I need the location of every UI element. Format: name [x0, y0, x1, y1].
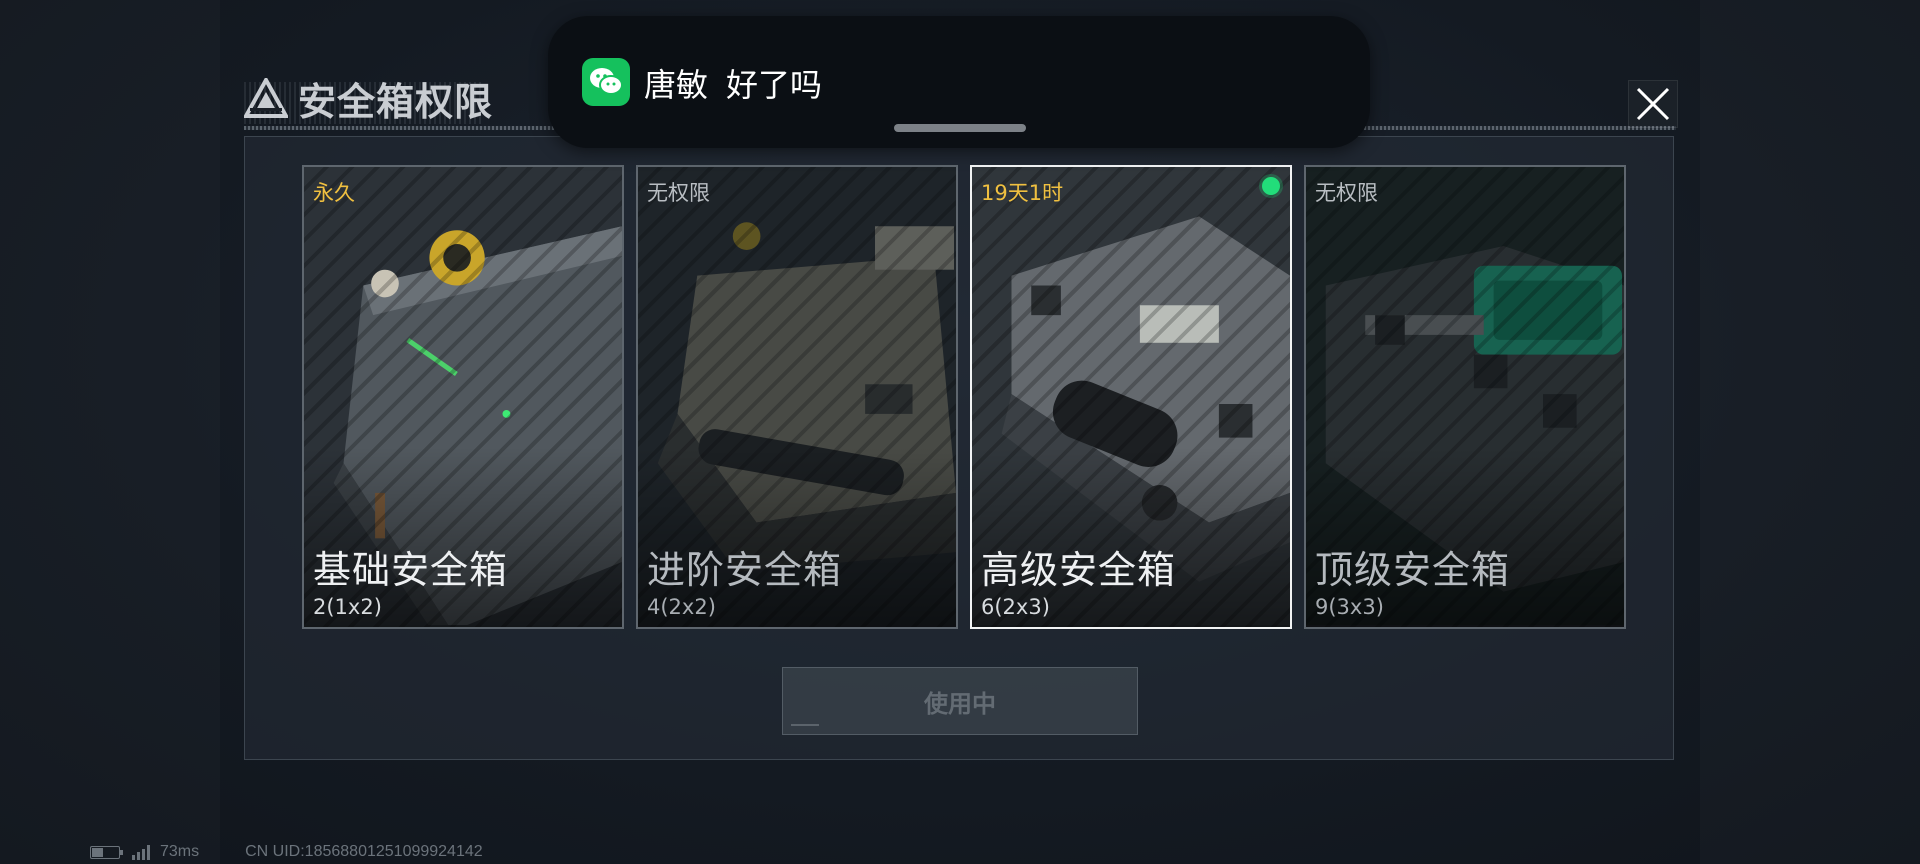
active-indicator-dot — [1262, 177, 1280, 195]
ping-label: 73ms — [160, 843, 200, 860]
triangle-logo-icon — [244, 78, 288, 118]
notification-drag-handle[interactable] — [894, 124, 1026, 132]
wechat-icon — [582, 58, 630, 106]
signal-icon — [132, 844, 150, 860]
card-duration-label: 无权限 — [647, 181, 710, 205]
card-capacity: 6(2x3) — [981, 595, 1050, 619]
safe-box-card-basic[interactable]: 永久 基础安全箱 2(1x2) — [302, 165, 624, 629]
button-decoration — [791, 724, 819, 726]
message-notification[interactable]: 唐敏 好了吗 — [548, 16, 1370, 148]
card-duration-label: 19天1时 — [981, 181, 1064, 205]
page-title: 安全箱权限 — [298, 79, 494, 124]
close-button[interactable] — [1628, 80, 1678, 128]
in-use-button[interactable]: 使用中 — [782, 667, 1138, 735]
card-capacity: 9(3x3) — [1315, 595, 1384, 619]
card-title: 顶级安全箱 — [1315, 548, 1511, 592]
battery-icon — [90, 845, 123, 859]
uid-label: CN UID:18568801251099924142 — [245, 843, 483, 860]
card-title: 基础安全箱 — [313, 548, 509, 592]
background-block — [0, 0, 220, 864]
card-capacity: 4(2x2) — [647, 595, 716, 619]
safe-box-card-top[interactable]: 无权限 顶级安全箱 9(3x3) — [1304, 165, 1626, 629]
safe-box-card-advanced[interactable]: 无权限 进阶安全箱 4(2x2) — [636, 165, 958, 629]
notification-sender: 唐敏 — [644, 66, 709, 104]
notification-message: 好了吗 — [726, 66, 823, 104]
card-duration-label: 永久 — [313, 181, 355, 205]
card-title: 进阶安全箱 — [647, 548, 843, 592]
background-block — [1700, 0, 1920, 864]
card-title: 高级安全箱 — [981, 548, 1177, 592]
safe-box-card-list: 永久 基础安全箱 2(1x2) 无权限 进阶安全箱 4(2x2) 19天1时 高… — [302, 165, 1626, 629]
card-capacity: 2(1x2) — [313, 595, 382, 619]
safe-box-card-premium[interactable]: 19天1时 高级安全箱 6(2x3) — [970, 165, 1292, 629]
panel-header: 安全箱权限 — [244, 72, 493, 124]
status-bar: 73ms CN UID:18568801251099924142 — [90, 842, 483, 862]
close-icon — [1636, 87, 1670, 121]
in-use-button-label: 使用中 — [924, 689, 996, 718]
card-duration-label: 无权限 — [1315, 181, 1378, 205]
